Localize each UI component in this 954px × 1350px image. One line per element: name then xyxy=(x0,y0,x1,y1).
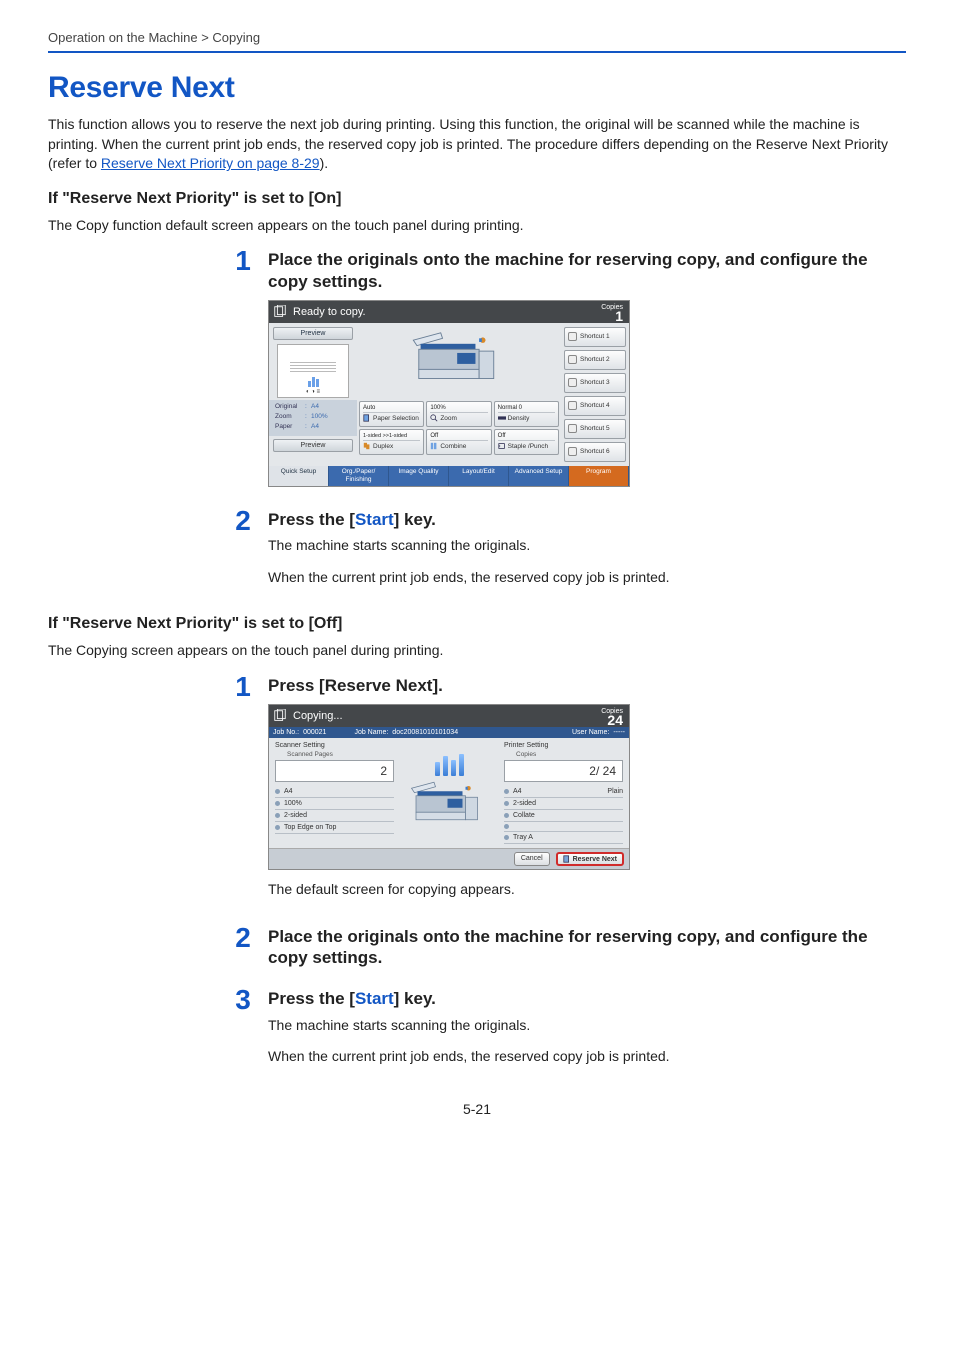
heading-off: If "Reserve Next Priority" is set to [Of… xyxy=(48,615,906,633)
copy-icon xyxy=(273,305,287,319)
scanner-setting-column: Scanner Setting Scanned Pages 2 A4 100% … xyxy=(269,738,400,848)
step2-title: Press the [Start] key. xyxy=(268,509,906,530)
reserve-icon xyxy=(563,855,571,863)
progress-animation-icon xyxy=(435,752,464,776)
combine-button[interactable]: Off Combine xyxy=(426,429,491,455)
lead-on: The Copy function default screen appears… xyxy=(48,216,906,236)
tab-advanced-setup[interactable]: Advanced Setup xyxy=(509,466,569,486)
shortcut-1-button[interactable]: Shortcut 1 xyxy=(564,327,626,347)
preview-button[interactable]: Preview xyxy=(273,439,353,452)
shortcut-icon xyxy=(568,332,577,341)
copier-illustration xyxy=(404,780,494,834)
breadcrumb: Operation on the Machine > Copying xyxy=(48,30,906,45)
printer-setting-column: Printer Setting Copies 2/ 24 A4Plain 2-s… xyxy=(498,738,629,848)
tab-org-paper-finishing[interactable]: Org./Paper/ Finishing xyxy=(329,466,389,486)
panel1-copies-value: 1 xyxy=(601,311,623,321)
duplex-icon xyxy=(363,442,371,450)
shortcut-5-button[interactable]: Shortcut 5 xyxy=(564,419,626,439)
scan-row: A4 xyxy=(275,786,394,798)
panel2-topbar: Copying... Copies 24 xyxy=(269,705,629,727)
copying-panel: Copying... Copies 24 Job No.:000021 Job … xyxy=(268,704,630,870)
off-step1-post: The default screen for copying appears. xyxy=(268,880,906,900)
preview-thumbnail: ◐ ◑ ≡ xyxy=(277,344,349,398)
intro-text-b: ). xyxy=(320,155,329,171)
tab-quick-setup[interactable]: Quick Setup xyxy=(269,466,329,486)
copier-illustration xyxy=(359,327,559,399)
combine-icon xyxy=(430,442,438,450)
density-icon xyxy=(498,414,506,422)
shortcut-icon xyxy=(568,447,577,456)
step-number-1: 1 xyxy=(228,247,258,275)
copy-icon xyxy=(273,709,287,723)
panel2-status: Copying... xyxy=(293,710,343,722)
density-button[interactable]: Normal 0 Density xyxy=(494,401,559,427)
shortcut-4-button[interactable]: Shortcut 4 xyxy=(564,396,626,416)
off-step-number-3: 3 xyxy=(228,986,258,1014)
print-row: A4Plain xyxy=(504,786,623,798)
print-row xyxy=(504,822,623,832)
zoom-button[interactable]: 100% Zoom xyxy=(426,401,491,427)
off-step3-title: Press the [Start] key. xyxy=(268,988,906,1009)
cancel-button[interactable]: Cancel xyxy=(514,852,550,866)
off-step3-line1: The machine starts scanning the original… xyxy=(268,1016,906,1036)
shortcut-icon xyxy=(568,401,577,410)
heading-on: If "Reserve Next Priority" is set to [On… xyxy=(48,190,906,208)
scan-row: 100% xyxy=(275,798,394,810)
print-row: Tray A xyxy=(504,832,623,844)
step2-line2: When the current print job ends, the res… xyxy=(268,568,906,588)
staple-icon xyxy=(498,442,506,450)
print-row: Collate xyxy=(504,810,623,822)
duplex-button[interactable]: 1-sided >>1-sided Duplex xyxy=(359,429,424,455)
step2-line1: The machine starts scanning the original… xyxy=(268,536,906,556)
preview-tab[interactable]: Preview xyxy=(273,327,353,340)
tab-image-quality[interactable]: Image Quality xyxy=(389,466,449,486)
page-number: 5-21 xyxy=(48,1101,906,1117)
step-number-2: 2 xyxy=(228,507,258,535)
off-step3-line2: When the current print job ends, the res… xyxy=(268,1047,906,1067)
original-info: Original:A4 Zoom:100% Paper:A4 xyxy=(269,400,357,436)
panel2-copies-value: 24 xyxy=(601,715,623,725)
shortcut-icon xyxy=(568,355,577,364)
off-step2-title: Place the originals onto the machine for… xyxy=(268,926,906,969)
off-step1-title: Press [Reserve Next]. xyxy=(268,675,906,696)
reserve-next-button[interactable]: Reserve Next xyxy=(556,852,624,866)
paper-icon xyxy=(363,414,371,422)
scanned-pages-value: 2 xyxy=(275,760,394,782)
panel1-status: Ready to copy. xyxy=(293,306,366,318)
shortcut-icon xyxy=(568,378,577,387)
scan-row: 2-sided xyxy=(275,810,394,822)
step1-title: Place the originals onto the machine for… xyxy=(268,249,906,292)
job-info-bar: Job No.:000021 Job Name:doc2008101010103… xyxy=(269,727,629,738)
zoom-icon xyxy=(430,414,438,422)
tab-program[interactable]: Program xyxy=(569,466,629,486)
paper-selection-button[interactable]: Auto Paper Selection xyxy=(359,401,424,427)
page-title: Reserve Next xyxy=(48,71,906,105)
copies-progress-value: 2/ 24 xyxy=(504,760,623,782)
divider xyxy=(48,51,906,53)
scan-row: Top Edge on Top xyxy=(275,822,394,834)
panel1-topbar: Ready to copy. Copies 1 xyxy=(269,301,629,323)
shortcut-icon xyxy=(568,424,577,433)
progress-column xyxy=(400,738,498,848)
intro-paragraph: This function allows you to reserve the … xyxy=(48,115,906,174)
copy-ready-panel: Ready to copy. Copies 1 Preview xyxy=(268,300,630,487)
off-step-number-2: 2 xyxy=(228,924,258,952)
shortcut-2-button[interactable]: Shortcut 2 xyxy=(564,350,626,370)
off-step-number-1: 1 xyxy=(228,673,258,701)
panel1-tabbar: Quick Setup Org./Paper/ Finishing Image … xyxy=(269,466,629,486)
reserve-next-priority-link[interactable]: Reserve Next Priority on page 8-29 xyxy=(101,155,320,171)
lead-off: The Copying screen appears on the touch … xyxy=(48,641,906,661)
tab-layout-edit[interactable]: Layout/Edit xyxy=(449,466,509,486)
staple-punch-button[interactable]: Off Staple /Punch xyxy=(494,429,559,455)
shortcut-3-button[interactable]: Shortcut 3 xyxy=(564,373,626,393)
print-row: 2-sided xyxy=(504,798,623,810)
shortcut-6-button[interactable]: Shortcut 6 xyxy=(564,442,626,462)
